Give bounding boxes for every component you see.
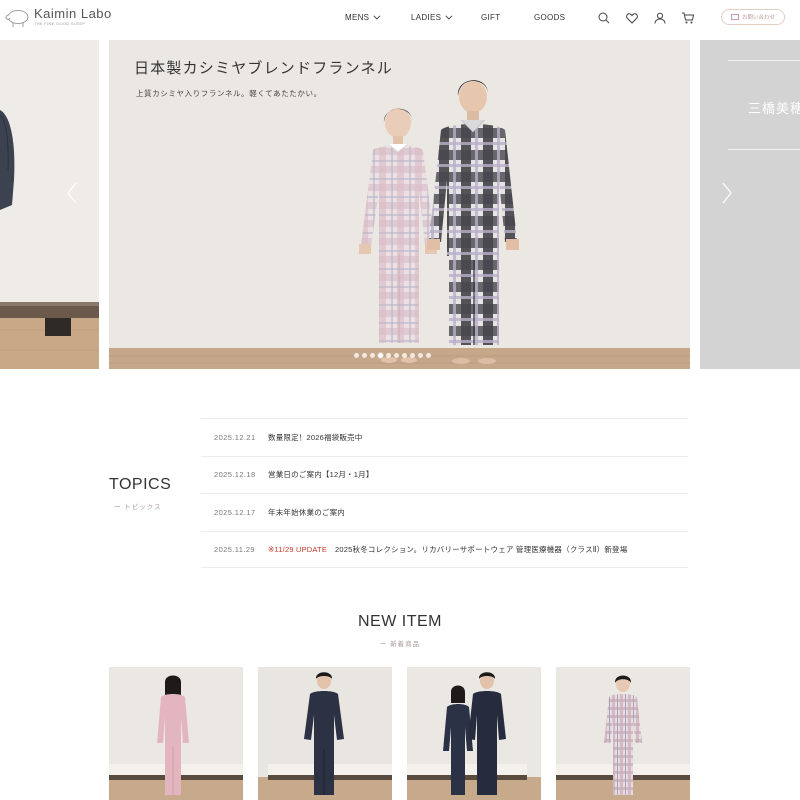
product-card[interactable] xyxy=(258,667,392,800)
topic-date: 2025.12.21 xyxy=(214,432,256,442)
product-image xyxy=(556,667,690,800)
carousel-dot[interactable] xyxy=(402,353,407,358)
new-item-subheading: ー 新着商品 xyxy=(379,641,421,648)
topic-text: 数量限定！2026福袋販売中 xyxy=(268,432,363,442)
topics-heading: TOPICS xyxy=(109,476,172,493)
topic-date: 2025.11.29 xyxy=(214,544,255,554)
divider xyxy=(728,149,800,150)
divider xyxy=(728,60,800,61)
topic-date: 2025.12.18 xyxy=(214,470,256,480)
topics-list: 2025.12.21 数量限定！2026福袋販売中 2025.12.18 営業日… xyxy=(201,418,688,568)
cart-icon[interactable] xyxy=(681,11,695,25)
carousel-dot[interactable] xyxy=(354,353,359,358)
nav-mens[interactable]: MENS xyxy=(345,12,381,22)
mail-icon xyxy=(730,14,739,20)
carousel-dot[interactable] xyxy=(370,353,375,358)
product-image xyxy=(109,667,243,800)
hero-title: 日本製カシミヤブレンドフランネル xyxy=(134,59,393,77)
carousel-dots xyxy=(354,353,431,358)
carousel-dot[interactable] xyxy=(410,353,415,358)
product-image xyxy=(258,667,392,800)
arrow-right-icon[interactable] xyxy=(721,182,733,204)
arrow-left-icon[interactable] xyxy=(66,182,78,204)
slide-previous[interactable] xyxy=(0,40,99,369)
carousel-dot[interactable] xyxy=(394,353,399,358)
topics-subheading: ー トピックス xyxy=(114,504,162,511)
nav-mens-label: MENS xyxy=(345,13,370,22)
slide-next-title: 三橋美穂 xyxy=(748,102,800,117)
nav-gift[interactable]: GIFT xyxy=(481,13,500,22)
product-image xyxy=(407,667,541,800)
nav-ladies-label: LADIES xyxy=(411,13,442,22)
site-header: Kaimin Labo THE FINE GOOD SLEEP MENS LAD… xyxy=(0,0,800,38)
nav-goods[interactable]: GOODS xyxy=(534,13,565,22)
chevron-down-icon xyxy=(445,12,453,20)
nav-gift-label: GIFT xyxy=(481,13,501,22)
hero-carousel: 日本製カシミヤブレンドフランネル 上質カシミヤ入りフランネル。軽くてあたたかい。… xyxy=(0,40,800,369)
product-card[interactable] xyxy=(556,667,690,800)
main-nav: MENS LADIES GIFT GOODS xyxy=(0,12,800,25)
user-icon[interactable] xyxy=(653,11,667,25)
topic-text: 2025秋冬コレクション。リカバリーサポートウェア 管理医療機器（クラスⅡ）新登… xyxy=(335,544,628,554)
contact-button-label: お問い合わせ xyxy=(741,15,775,21)
topic-item[interactable]: 2025.12.17 年末年始休業のご案内 xyxy=(201,493,688,531)
chevron-down-icon xyxy=(373,12,381,20)
heart-icon[interactable] xyxy=(625,11,639,25)
nav-goods-label: GOODS xyxy=(534,13,566,22)
topic-date: 2025.12.17 xyxy=(214,507,256,517)
contact-button[interactable]: お問い合わせ xyxy=(721,9,785,25)
topic-item[interactable]: 2025.12.18 営業日のご案内【12月・1月】 xyxy=(201,455,688,494)
nav-ladies[interactable]: LADIES xyxy=(411,12,453,22)
slide-active[interactable]: 日本製カシミヤブレンドフランネル 上質カシミヤ入りフランネル。軽くてあたたかい。 xyxy=(109,40,690,369)
topic-text: 営業日のご案内【12月・1月】 xyxy=(268,470,374,480)
slide-next[interactable]: 三橋美穂 xyxy=(700,40,800,369)
carousel-dot[interactable] xyxy=(418,353,423,358)
search-icon[interactable] xyxy=(597,11,611,25)
topic-item[interactable]: 2025.12.21 数量限定！2026福袋販売中 xyxy=(201,418,688,456)
slide-previous-image xyxy=(0,40,99,369)
product-card[interactable] xyxy=(109,667,243,800)
product-card[interactable] xyxy=(407,667,541,800)
hero-subtitle: 上質カシミヤ入りフランネル。軽くてあたたかい。 xyxy=(136,89,322,98)
carousel-dot[interactable] xyxy=(426,353,431,358)
carousel-dot[interactable] xyxy=(362,353,367,358)
topic-item[interactable]: 2025.11.29 ※11/29 UPDATE 2025秋冬コレクション。リカ… xyxy=(201,530,688,568)
topic-update-tag: ※11/29 UPDATE xyxy=(268,544,328,554)
carousel-dot[interactable] xyxy=(378,353,383,358)
carousel-dot[interactable] xyxy=(386,353,391,358)
new-item-heading: NEW ITEM xyxy=(358,613,442,630)
topic-text: 年末年始休業のご案内 xyxy=(268,507,345,517)
